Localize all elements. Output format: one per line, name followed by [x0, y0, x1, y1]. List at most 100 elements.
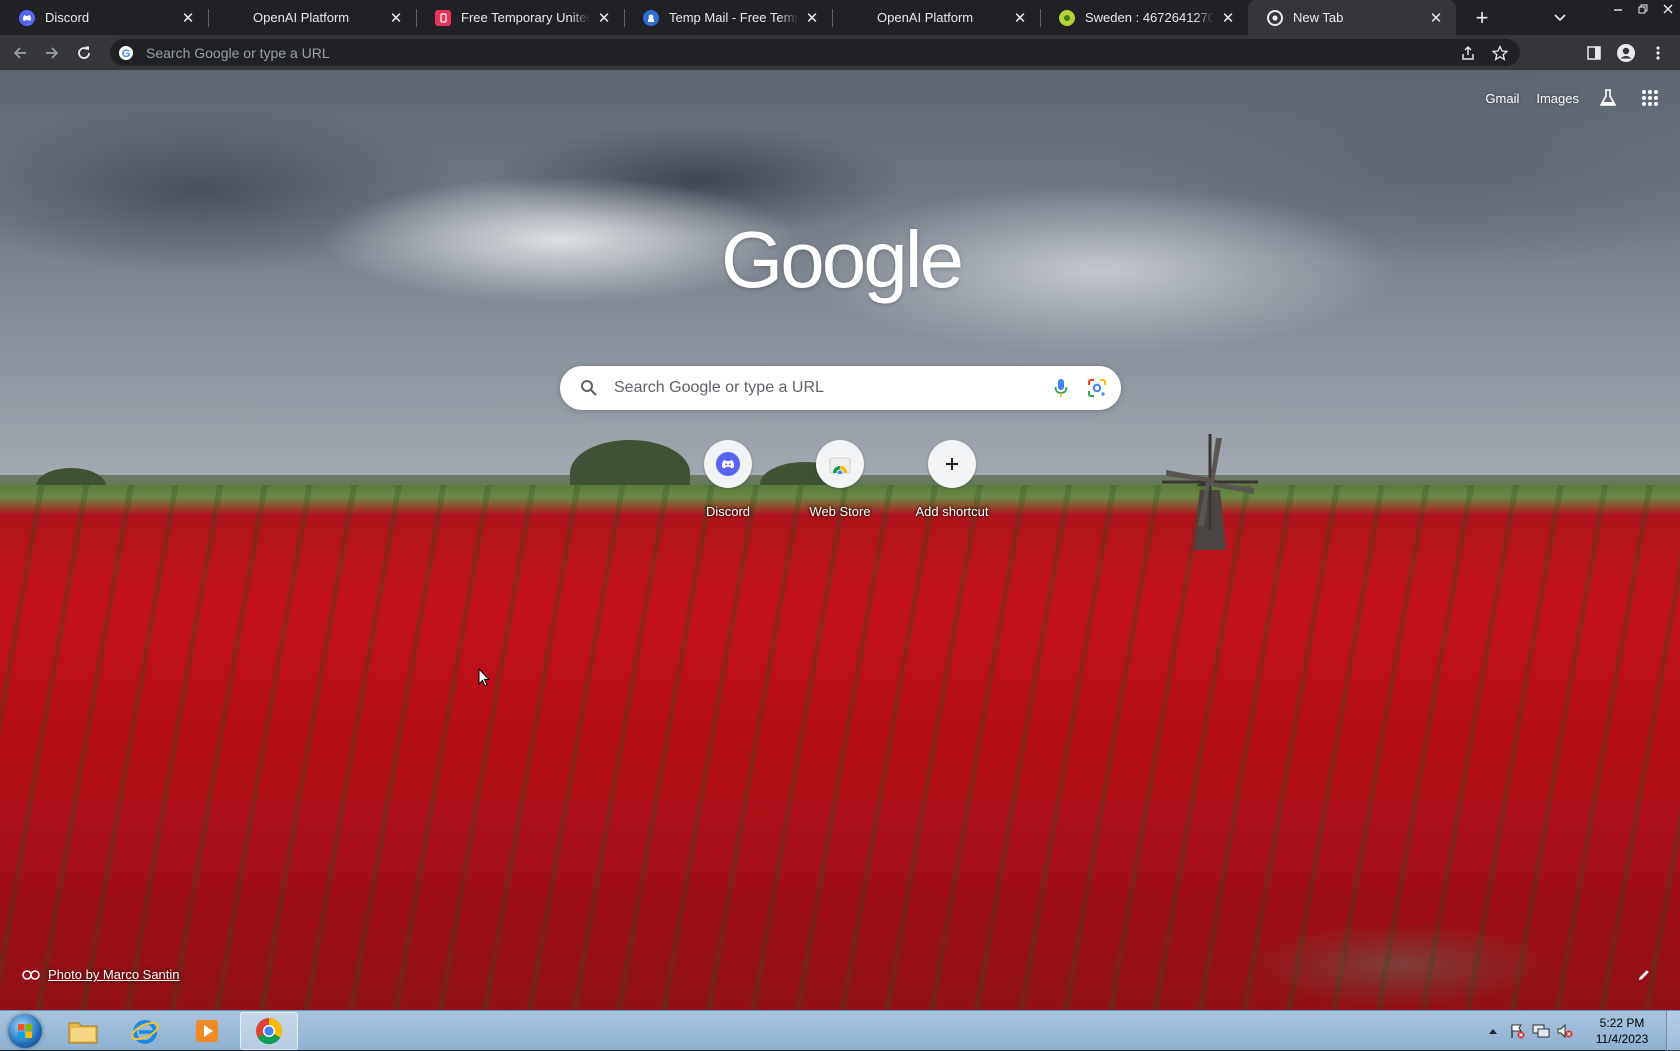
bookmark-button[interactable] — [1484, 39, 1516, 67]
apps-button[interactable] — [1638, 86, 1662, 110]
reload-button[interactable] — [68, 39, 100, 67]
photo-credit-link[interactable]: Photo by Marco Santin — [48, 967, 180, 982]
show-desktop-button[interactable] — [1666, 1011, 1680, 1051]
tab-close-icon[interactable]: ✕ — [180, 10, 196, 27]
google-logo: Google — [721, 215, 964, 304]
pencil-icon — [1639, 970, 1649, 980]
shortcut-label: Web Store — [809, 504, 871, 519]
taskbar-chrome[interactable] — [240, 1011, 298, 1050]
tab-sweden-number[interactable]: Sweden : 46726412700 | Free ✕ — [1040, 0, 1248, 35]
tab-title: Sweden : 46726412700 | Free — [1085, 10, 1214, 25]
toolbar-right — [1578, 35, 1674, 70]
media-player-icon — [196, 1019, 218, 1042]
blank-favicon-icon — [851, 10, 867, 26]
temp-mail-icon — [643, 9, 659, 26]
side-panel-icon — [1587, 45, 1601, 60]
link-icon — [22, 969, 40, 980]
tab-new-tab[interactable]: New Tab ✕ — [1248, 0, 1456, 35]
shortcut-add[interactable]: Add shortcut — [896, 440, 1008, 552]
start-button[interactable] — [0, 1011, 50, 1051]
images-link[interactable]: Images — [1536, 91, 1579, 106]
voice-search-button[interactable] — [1049, 376, 1073, 400]
menu-button[interactable] — [1642, 39, 1674, 67]
taskbar-clock[interactable]: 5:22 PM 11/4/2023 — [1584, 1015, 1660, 1047]
show-hidden-icons-button[interactable] — [1482, 1020, 1504, 1042]
ntp-search-box[interactable] — [560, 366, 1121, 410]
network-icon — [1532, 1024, 1550, 1038]
web-store-icon — [829, 457, 851, 474]
plus-icon: + — [1475, 4, 1489, 30]
lens-search-button[interactable] — [1085, 376, 1109, 400]
tab-openai-platform-2[interactable]: OpenAI Platform ✕ — [832, 0, 1040, 35]
volume-muted-icon — [1557, 1023, 1573, 1039]
temp-number-icon — [435, 9, 451, 26]
taskbar-media-player[interactable] — [178, 1012, 236, 1050]
profile-button[interactable] — [1610, 39, 1642, 67]
new-tab-page: Gmail Images Google Discord — [0, 70, 1680, 1010]
tab-strip: Discord ✕ OpenAI Platform ✕ Free Tempora… — [0, 0, 1680, 35]
tab-search-button[interactable] — [1548, 0, 1572, 35]
tab-close-icon[interactable]: ✕ — [804, 10, 820, 27]
omnibox[interactable]: G — [110, 39, 1520, 66]
system-tray: 5:22 PM 11/4/2023 — [1482, 1011, 1680, 1051]
minimize-button[interactable] — [1605, 0, 1630, 18]
clock-time: 5:22 PM — [1599, 1016, 1645, 1030]
browser-toolbar: G — [0, 35, 1680, 70]
tab-close-icon[interactable]: ✕ — [1428, 10, 1444, 27]
apps-grid-icon — [1642, 90, 1658, 106]
tab-title: Temp Mail - Free Temporary Email — [669, 10, 798, 25]
volume-button[interactable] — [1554, 1020, 1576, 1042]
new-tab-button[interactable]: + — [1466, 0, 1498, 35]
search-icon — [581, 380, 597, 396]
side-panel-button[interactable] — [1578, 39, 1610, 67]
flask-icon — [1599, 89, 1617, 106]
tab-temp-mail[interactable]: Temp Mail - Free Temporary Email ✕ — [624, 0, 832, 35]
network-button[interactable] — [1530, 1020, 1552, 1042]
reload-icon — [78, 46, 90, 59]
tab-openai-platform[interactable]: OpenAI Platform ✕ — [208, 0, 416, 35]
back-button[interactable] — [4, 39, 36, 67]
shortcut-label: Discord — [705, 504, 751, 519]
tab-title: Free Temporary United States — [461, 10, 590, 25]
restore-icon — [1638, 4, 1647, 14]
shortcut-tile — [816, 440, 864, 488]
close-window-button[interactable] — [1655, 0, 1680, 18]
arrow-right-icon — [46, 46, 59, 59]
internet-explorer-icon — [131, 1019, 159, 1044]
tab-close-icon[interactable]: ✕ — [1220, 10, 1236, 27]
tab-close-icon[interactable]: ✕ — [388, 10, 404, 27]
tab-free-temporary-us[interactable]: Free Temporary United States ✕ — [416, 0, 624, 35]
shortcut-tile — [704, 440, 752, 488]
shortcut-web-store[interactable]: Web Store — [784, 440, 896, 552]
taskbar-file-explorer[interactable] — [54, 1012, 112, 1050]
windows-taskbar: 5:22 PM 11/4/2023 — [0, 1010, 1680, 1051]
tab-close-icon[interactable]: ✕ — [596, 10, 612, 27]
restore-button[interactable] — [1630, 0, 1655, 18]
more-vertical-icon — [1656, 45, 1660, 60]
chrome-icon — [1267, 9, 1283, 26]
window-controls — [1605, 0, 1680, 18]
mouse-cursor-icon — [478, 668, 490, 687]
forward-button[interactable] — [36, 39, 68, 67]
labs-button[interactable] — [1596, 86, 1620, 110]
share-button[interactable] — [1452, 39, 1484, 67]
background-attribution: Photo by Marco Santin — [22, 967, 180, 982]
arrow-left-icon — [13, 46, 26, 59]
windows-logo-icon — [8, 1013, 42, 1048]
minimize-icon — [1613, 9, 1622, 11]
tab-title: Discord — [45, 10, 90, 25]
taskbar-internet-explorer[interactable] — [116, 1012, 174, 1050]
gmail-link[interactable]: Gmail — [1485, 91, 1519, 106]
discord-icon — [19, 9, 35, 26]
omnibox-input[interactable] — [144, 41, 1520, 64]
tab-close-icon[interactable]: ✕ — [1012, 10, 1028, 27]
ntp-search-input[interactable] — [612, 378, 1049, 398]
tab-title: OpenAI Platform — [877, 10, 974, 25]
action-center-button[interactable] — [1506, 1020, 1528, 1042]
shortcut-discord[interactable]: Discord — [672, 440, 784, 552]
google-g-icon: G — [119, 45, 133, 60]
customize-chrome-button[interactable] — [1632, 963, 1656, 987]
tab-discord[interactable]: Discord ✕ — [0, 0, 208, 35]
file-explorer-icon — [68, 1022, 98, 1043]
tab-title: OpenAI Platform — [253, 10, 350, 25]
